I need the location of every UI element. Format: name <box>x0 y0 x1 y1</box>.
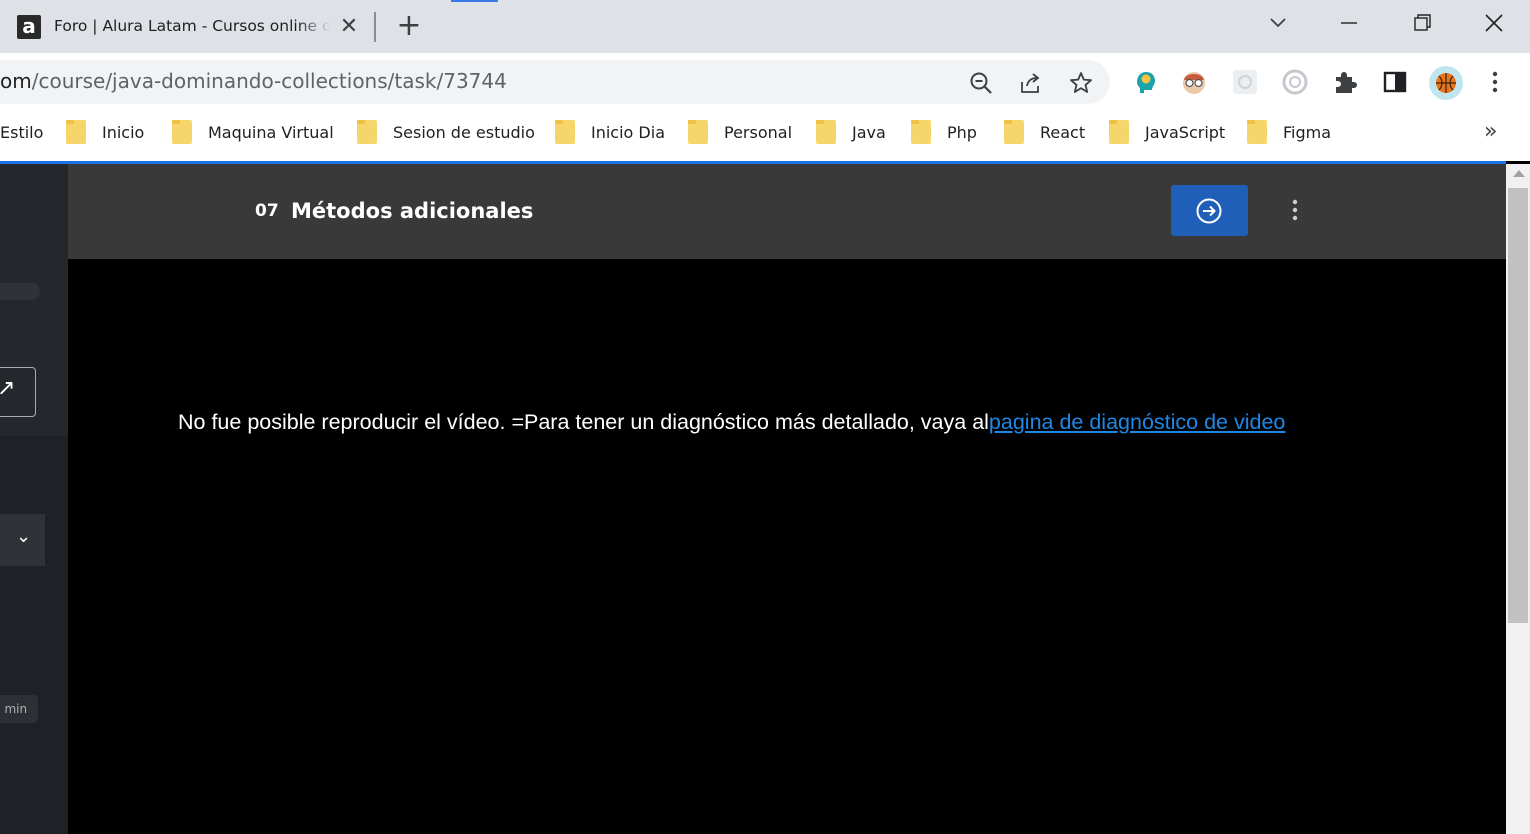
bookmark-estilo[interactable]: Estilo <box>0 111 43 153</box>
new-tab-button[interactable]: + <box>396 11 422 41</box>
progress-pill <box>0 283 40 300</box>
bookmark-inicio[interactable]: Inicio <box>66 111 144 153</box>
bookmark-react[interactable]: React <box>1004 111 1085 153</box>
share-icon[interactable] <box>1018 70 1044 96</box>
browser-toolbar: om/course/java-dominando-collections/tas… <box>0 53 1530 111</box>
minimize-icon[interactable] <box>1334 8 1364 38</box>
bookmark-figma[interactable]: Figma <box>1247 111 1331 153</box>
folder-icon <box>66 120 86 144</box>
alura-favicon-icon: a <box>17 15 41 39</box>
folder-icon <box>1247 120 1267 144</box>
task-title: Métodos adicionales <box>291 199 534 223</box>
zoom-out-icon[interactable] <box>968 70 994 96</box>
task-number: 07 <box>255 201 279 221</box>
duration-badge: 1 min <box>0 695 38 723</box>
bookmark-star-icon[interactable] <box>1068 70 1094 96</box>
bookmark-sesion-de-estudio[interactable]: Sesion de estudio <box>357 111 535 153</box>
scrollbar-thumb[interactable] <box>1508 188 1528 623</box>
task-header: 07 Métodos adicionales <box>68 164 1506 259</box>
tab-title: Foro | Alura Latam - Cursos online de te… <box>54 17 330 35</box>
folder-icon <box>911 120 931 144</box>
address-bar[interactable]: om/course/java-dominando-collections/tas… <box>0 60 1110 104</box>
page-scrollbar[interactable] <box>1506 164 1530 834</box>
puzzle-icon[interactable] <box>1331 68 1359 96</box>
next-task-button[interactable] <box>1171 185 1248 236</box>
bookmark-inicio-dia[interactable]: Inicio Dia <box>555 111 665 153</box>
close-window-icon[interactable] <box>1479 8 1509 38</box>
bookmarks-overflow-icon[interactable]: » <box>1484 119 1497 144</box>
tab-close-icon[interactable]: ✕ <box>337 14 361 38</box>
extension-grid-icon[interactable] <box>1231 68 1259 96</box>
side-panel-icon[interactable] <box>1381 68 1409 96</box>
chevron-down-icon: ⌄ <box>16 526 32 547</box>
folder-icon <box>172 120 192 144</box>
restore-icon[interactable] <box>1407 8 1437 38</box>
extension-ring-icon[interactable] <box>1281 68 1309 96</box>
tab-divider <box>374 12 376 42</box>
bookmarks-bar: Estilo Inicio Maquina Virtual Sesion de … <box>0 111 1530 161</box>
task-options-icon[interactable] <box>1284 197 1306 225</box>
external-link-icon: ↗ <box>0 376 16 401</box>
course-sidebar: ↗ ⌄ 1 min <box>0 164 68 834</box>
extension-brain-icon[interactable] <box>1131 68 1159 96</box>
bookmark-javascript[interactable]: JavaScript <box>1109 111 1225 153</box>
sidebar-section <box>0 436 68 834</box>
profile-avatar-icon[interactable] <box>1428 65 1464 101</box>
video-player[interactable]: No fue posible reproducir el vídeo. =Par… <box>68 259 1506 834</box>
bookmark-maquina-virtual[interactable]: Maquina Virtual <box>172 111 334 153</box>
diagnostic-link[interactable]: pagina de diagnóstico de video <box>989 410 1285 434</box>
tab-search-chevron-icon[interactable] <box>1263 8 1293 38</box>
kebab-menu-icon[interactable] <box>1485 68 1505 96</box>
arrow-right-circle-icon <box>1196 198 1222 224</box>
folder-icon <box>555 120 575 144</box>
bookmark-java[interactable]: Java <box>816 111 886 153</box>
tab-strip: a Foro | Alura Latam - Cursos online de … <box>0 0 1530 53</box>
url-text[interactable]: om/course/java-dominando-collections/tas… <box>0 69 507 93</box>
folder-icon <box>816 120 836 144</box>
tab-loading-accent <box>451 0 498 2</box>
extension-face-icon[interactable] <box>1180 68 1208 96</box>
scroll-up-arrow-icon[interactable] <box>1513 170 1525 177</box>
browser-tab[interactable]: a Foro | Alura Latam - Cursos online de … <box>0 0 372 53</box>
folder-icon <box>1109 120 1129 144</box>
folder-icon <box>1004 120 1024 144</box>
folder-icon <box>688 120 708 144</box>
video-error-message: No fue posible reproducir el vídeo. =Par… <box>178 410 1286 434</box>
section-dropdown[interactable]: ⌄ <box>0 514 45 566</box>
folder-icon <box>357 120 377 144</box>
bookmark-php[interactable]: Php <box>911 111 977 153</box>
sidebar-open-button[interactable]: ↗ <box>0 367 36 417</box>
bookmark-personal[interactable]: Personal <box>688 111 792 153</box>
